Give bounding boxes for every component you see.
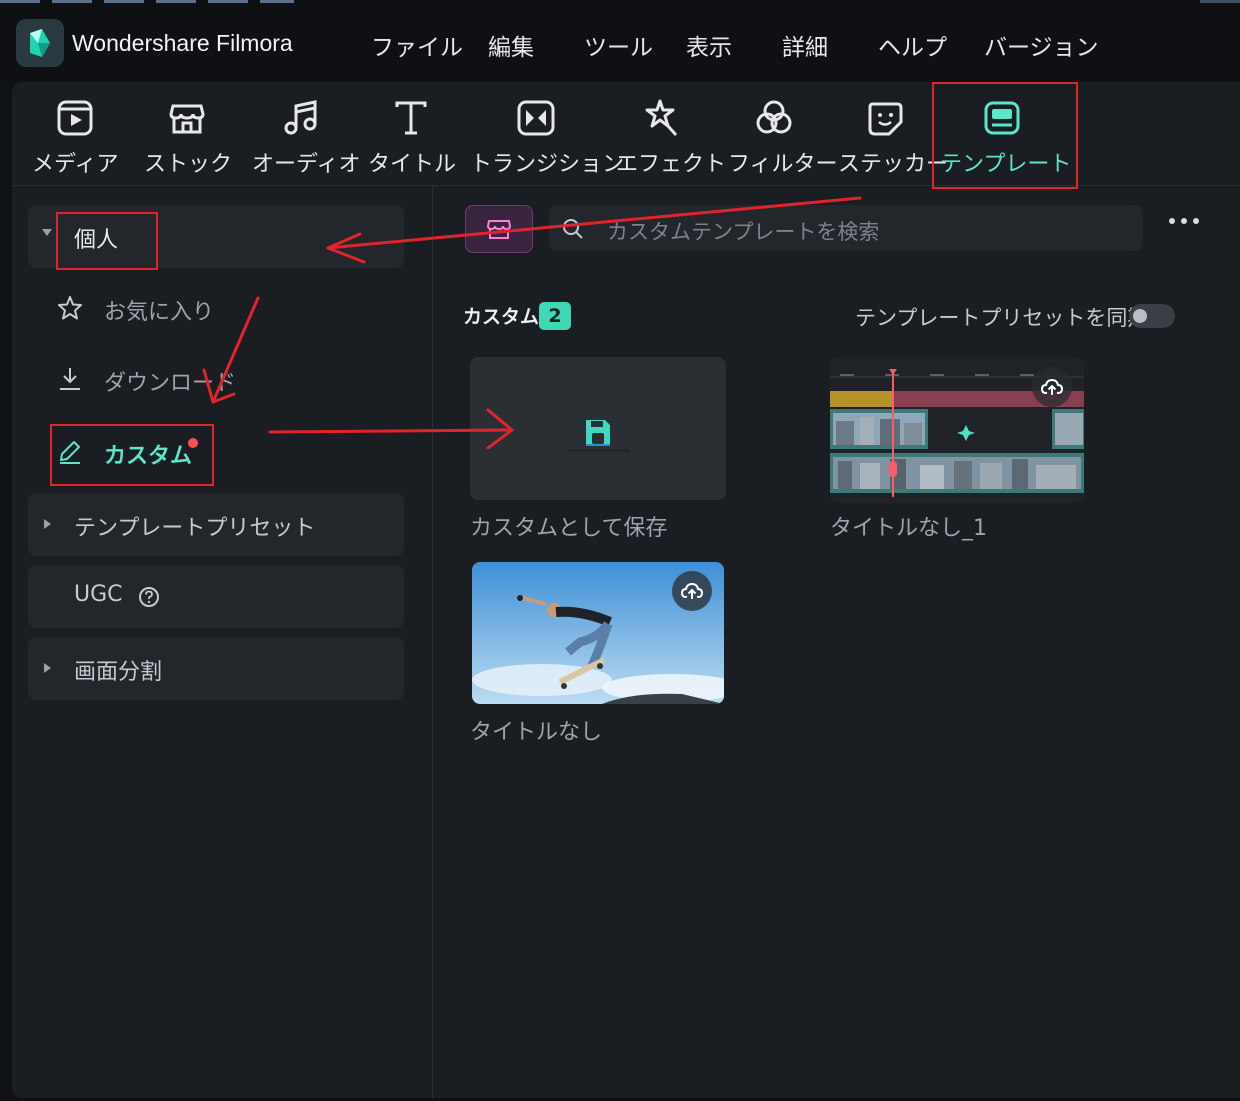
- annotation-arrows: [202, 196, 862, 450]
